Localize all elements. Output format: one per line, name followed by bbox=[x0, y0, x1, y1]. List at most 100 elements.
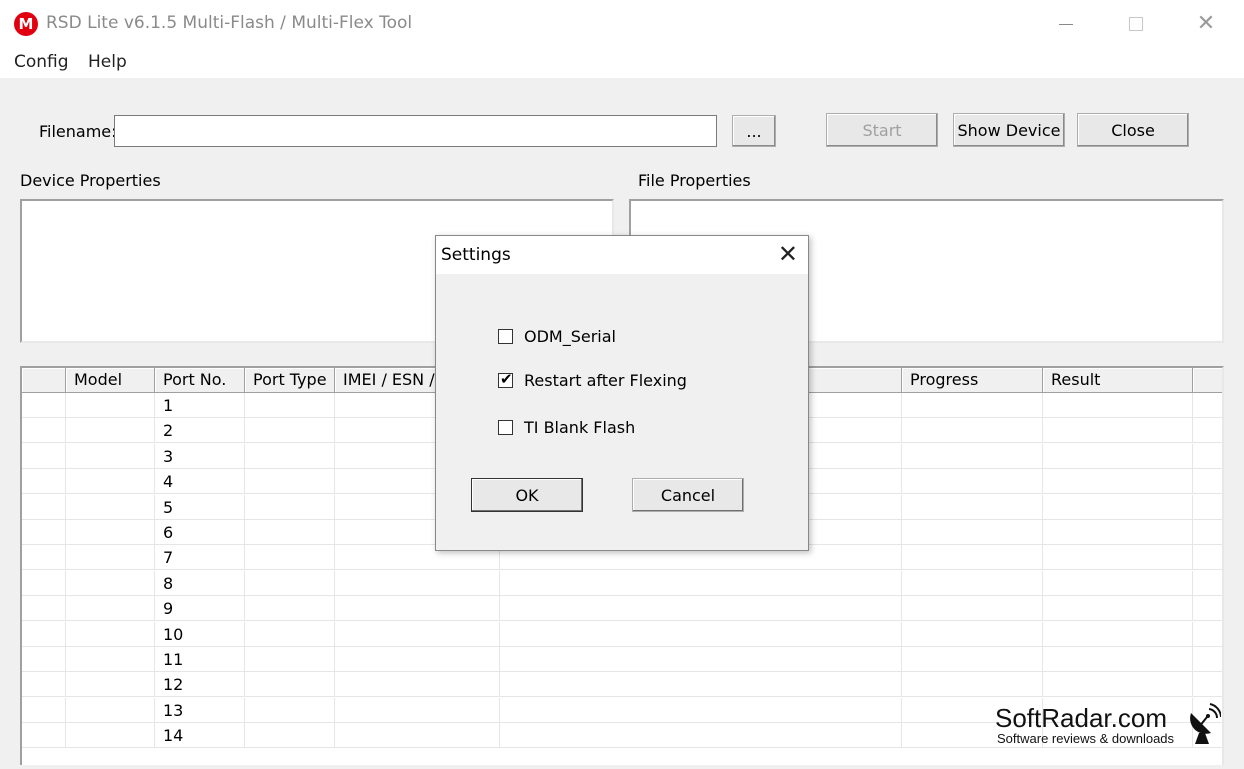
grid-cell bbox=[66, 545, 155, 571]
grid-cell bbox=[245, 570, 335, 596]
filename-input[interactable] bbox=[114, 115, 717, 147]
port-number-cell: 1 bbox=[155, 393, 245, 418]
grid-cell bbox=[902, 443, 1043, 469]
port-number-cell: 10 bbox=[155, 621, 245, 647]
table-row[interactable]: 12 bbox=[22, 672, 1222, 698]
grid-cell bbox=[1043, 469, 1193, 495]
port-number-cell: 2 bbox=[155, 418, 245, 444]
grid-cell bbox=[902, 672, 1043, 698]
filename-label: Filename: bbox=[39, 122, 117, 141]
table-row[interactable]: 10 bbox=[22, 621, 1222, 647]
port-number-cell: 11 bbox=[155, 647, 245, 672]
grid-cell bbox=[245, 443, 335, 469]
ok-button[interactable]: OK bbox=[471, 478, 583, 512]
watermark-tagline: Software reviews & downloads bbox=[997, 731, 1175, 746]
table-row[interactable]: 9 bbox=[22, 596, 1222, 622]
grid-cell bbox=[22, 469, 66, 495]
menu-config[interactable]: Config bbox=[14, 52, 69, 72]
start-button[interactable]: Start bbox=[826, 113, 938, 147]
menu-help[interactable]: Help bbox=[88, 52, 127, 72]
ti-blank-flash-checkbox[interactable] bbox=[498, 419, 513, 435]
port-number-cell: 5 bbox=[155, 494, 245, 520]
grid-cell bbox=[1193, 571, 1222, 596]
col-header-port-type[interactable]: Port Type bbox=[245, 368, 335, 392]
settings-dialog: Settings ✕ ODM_Serial ✔ Restart after Fl… bbox=[435, 235, 809, 551]
grid-cell bbox=[245, 469, 335, 495]
grid-cell bbox=[902, 647, 1043, 672]
dialog-title-bar: Settings ✕ bbox=[436, 236, 808, 274]
grid-cell bbox=[1043, 418, 1193, 444]
grid-cell bbox=[335, 723, 500, 749]
maximize-button[interactable] bbox=[1106, 0, 1166, 48]
grid-cell bbox=[1043, 596, 1193, 622]
grid-cell bbox=[1193, 647, 1222, 672]
grid-cell bbox=[245, 520, 335, 545]
col-header-port-no[interactable]: Port No. bbox=[155, 368, 245, 392]
grid-cell bbox=[66, 672, 155, 698]
odm-serial-checkbox[interactable] bbox=[498, 328, 513, 344]
grid-cell bbox=[245, 494, 335, 520]
grid-cell bbox=[1043, 647, 1193, 672]
minimize-button[interactable] bbox=[1036, 0, 1096, 48]
grid-cell bbox=[1193, 622, 1222, 647]
grid-cell bbox=[66, 596, 155, 622]
close-button[interactable]: Close bbox=[1077, 113, 1189, 147]
restart-after-flexing-checkbox[interactable]: ✔ bbox=[498, 369, 513, 388]
grid-cell bbox=[22, 672, 66, 698]
device-properties-label: Device Properties bbox=[20, 171, 161, 190]
grid-cell bbox=[1193, 469, 1222, 494]
col-header-result[interactable]: Result bbox=[1043, 368, 1193, 392]
grid-cell bbox=[66, 520, 155, 545]
option-odm-serial[interactable]: ODM_Serial bbox=[498, 325, 616, 347]
table-row[interactable]: 8 bbox=[22, 570, 1222, 596]
title-bar: M RSD Lite v6.1.5 Multi-Flash / Multi-Fl… bbox=[0, 0, 1244, 48]
checkmark-icon: ✔ bbox=[500, 369, 513, 388]
grid-cell bbox=[500, 723, 902, 749]
table-row[interactable]: 11 bbox=[22, 647, 1222, 672]
satellite-dish-icon bbox=[1190, 703, 1221, 744]
softradar-watermark: SoftRadar.com Software reviews & downloa… bbox=[995, 703, 1235, 753]
grid-cell bbox=[245, 418, 335, 444]
grid-cell bbox=[902, 520, 1043, 545]
grid-cell bbox=[1193, 418, 1222, 443]
cancel-button[interactable]: Cancel bbox=[632, 478, 744, 512]
grid-cell bbox=[335, 596, 500, 622]
option-restart-after-flexing[interactable]: ✔ Restart after Flexing bbox=[498, 369, 687, 391]
ti-blank-flash-label: TI Blank Flash bbox=[524, 417, 636, 437]
grid-cell bbox=[902, 545, 1043, 571]
grid-cell bbox=[902, 418, 1043, 444]
grid-cell bbox=[66, 647, 155, 672]
grid-cell bbox=[1193, 520, 1222, 545]
grid-cell bbox=[22, 647, 66, 672]
col-header-model[interactable]: Model bbox=[66, 368, 155, 392]
grid-cell bbox=[245, 393, 335, 418]
grid-cell bbox=[500, 621, 902, 647]
browse-button[interactable]: ... bbox=[732, 115, 776, 147]
grid-cell bbox=[66, 418, 155, 444]
grid-cell bbox=[500, 672, 902, 698]
option-ti-blank-flash[interactable]: TI Blank Flash bbox=[498, 416, 635, 438]
grid-cell bbox=[1043, 621, 1193, 647]
grid-cell bbox=[245, 723, 335, 749]
port-number-cell: 7 bbox=[155, 545, 245, 571]
grid-cell bbox=[902, 621, 1043, 647]
grid-cell bbox=[1193, 444, 1222, 469]
grid-cell bbox=[335, 621, 500, 647]
grid-cell bbox=[22, 494, 66, 520]
dialog-close-button[interactable]: ✕ bbox=[778, 240, 798, 268]
grid-cell bbox=[245, 697, 335, 723]
window-close-button[interactable]: ✕ bbox=[1176, 0, 1236, 48]
window-title: RSD Lite v6.1.5 Multi-Flash / Multi-Flex… bbox=[46, 13, 413, 33]
grid-cell bbox=[22, 621, 66, 647]
col-header-progress[interactable]: Progress bbox=[902, 368, 1043, 392]
grid-cell bbox=[1043, 393, 1193, 418]
show-device-button[interactable]: Show Device bbox=[953, 113, 1065, 147]
port-number-cell: 4 bbox=[155, 469, 245, 495]
close-icon: ✕ bbox=[1196, 11, 1216, 36]
grid-cell bbox=[66, 494, 155, 520]
grid-cell bbox=[1193, 393, 1222, 418]
grid-cell bbox=[335, 570, 500, 596]
grid-cell bbox=[66, 723, 155, 749]
grid-cell bbox=[1043, 545, 1193, 571]
grid-cell bbox=[902, 469, 1043, 495]
